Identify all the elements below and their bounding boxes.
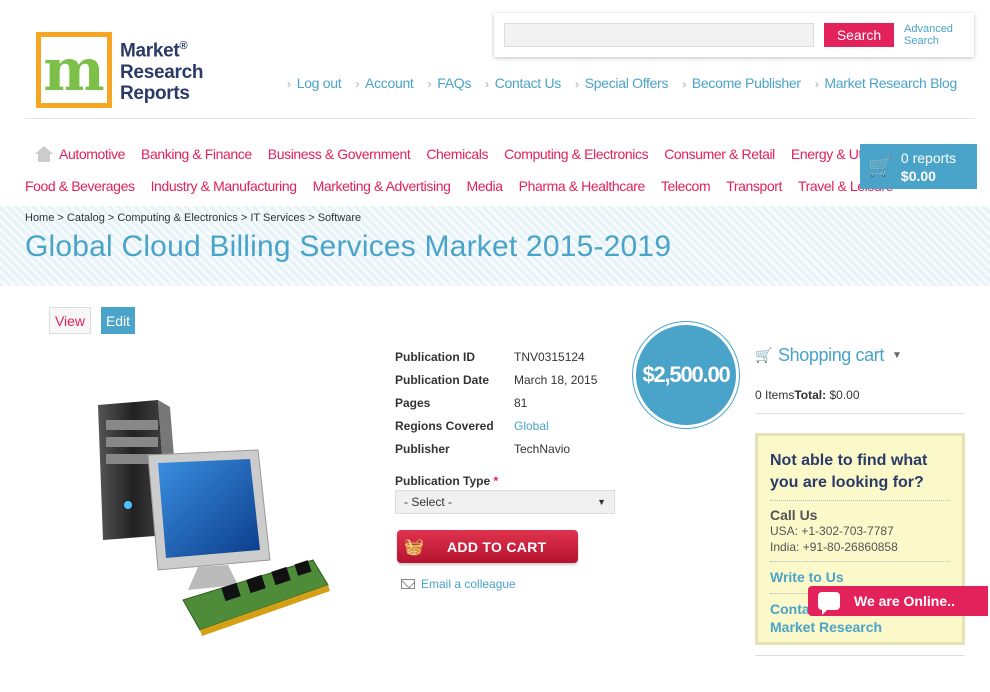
top-links: Log out Account FAQs Contact Us Special … [287,75,958,91]
nav-industry-manufacturing[interactable]: Industry & Manufacturing [151,178,297,194]
breadcrumb: Home > Catalog > Computing & Electronics… [25,212,362,224]
detail-pages: Pages 81 [395,395,528,410]
phone-india: India: +91-80-26860858 [770,540,898,554]
nav-telecom[interactable]: Telecom [661,178,711,194]
nav-media[interactable]: Media [466,178,503,194]
sidebar-divider [755,413,965,414]
nav-marketing-advertising[interactable]: Marketing & Advertising [313,178,451,194]
price-badge: $2,500.00 [636,325,736,425]
email-colleague-link[interactable]: Email a colleague [401,577,516,591]
header-cart[interactable]: 🛒 0 reports $0.00 [860,144,977,189]
detail-publication-date: Publication Date March 18, 2015 [395,372,598,387]
nav-business-government[interactable]: Business & Government [268,146,411,162]
detail-regions: Regions Covered Global [395,418,549,433]
logout-link[interactable]: Log out [287,75,342,91]
search-panel: Search Advanced Search [494,13,974,57]
category-nav: Automotive Banking & Finance Business & … [25,138,893,202]
publication-details: Publication ID TNV0315124 Publication Da… [395,345,597,460]
dropdown-arrow-icon: ▼ [597,497,606,507]
logo-text: Market® Research Reports [120,40,204,104]
region-global-link[interactable]: Global [514,419,549,433]
breadcrumb-catalog[interactable]: Catalog [67,212,105,224]
call-us-heading: Call Us [770,507,818,523]
become-publisher-link[interactable]: Become Publisher [682,75,801,91]
help-title: Not able to find what you are looking fo… [770,452,928,491]
cart-total: $0.00 [900,167,936,184]
breadcrumb-software[interactable]: Software [318,212,361,224]
category-nav-row-2: Food & Beverages Industry & Manufacturin… [25,170,893,202]
account-link[interactable]: Account [355,75,414,91]
breadcrumb-computing-electronics[interactable]: Computing & Electronics [117,212,237,224]
nav-consumer-retail[interactable]: Consumer & Retail [664,146,775,162]
publication-type-select[interactable]: - Select - ▼ [395,490,615,514]
contact-us-link[interactable]: Contact Us [485,75,562,91]
special-offers-link[interactable]: Special Offers [575,75,669,91]
search-button[interactable]: Search [824,23,894,47]
shopping-cart-toggle[interactable]: 🛒 Shopping cart ▼ [755,345,902,366]
page-title: Global Cloud Billing Services Market 201… [25,230,672,263]
shopping-cart-icon: 🛒 [755,347,773,363]
mail-icon [401,579,415,589]
shopping-cart-summary: 0 ItemsTotal: $0.00 [755,388,860,402]
nav-computing-electronics[interactable]: Computing & Electronics [504,146,648,162]
nav-pharma-healthcare[interactable]: Pharma & Healthcare [519,178,646,194]
caret-down-icon: ▼ [891,350,902,361]
site-logo[interactable]: m Market® Research Reports [36,30,216,110]
breadcrumb-home[interactable]: Home [25,212,54,224]
logo-mark: m [36,32,112,108]
category-nav-row-1: Automotive Banking & Finance Business & … [25,138,891,170]
nav-chemicals[interactable]: Chemicals [426,146,488,162]
add-to-cart-button[interactable]: 🧺 ADD TO CART [397,530,578,563]
cart-report-count: 0 reports [900,149,957,166]
faqs-link[interactable]: FAQs [428,75,471,91]
product-image [98,400,330,636]
cart-icon: 🛒 [868,156,893,178]
tab-edit[interactable]: Edit [101,307,135,334]
market-research-blog-link[interactable]: Market Research Blog [815,75,957,91]
title-banner: Home > Catalog > Computing & Electronics… [0,206,990,286]
write-to-us-link[interactable]: Write to Us [770,569,844,585]
basket-icon: 🧺 [404,538,424,556]
chat-bubble-icon [818,592,840,615]
publication-type-label: Publication Type * [395,474,499,488]
detail-publication-id: Publication ID TNV0315124 [395,349,585,364]
breadcrumb-it-services[interactable]: IT Services [250,212,305,224]
nav-banking-finance[interactable]: Banking & Finance [141,146,252,162]
detail-publisher: Publisher TechNavio [395,441,571,456]
nav-transport[interactable]: Transport [726,178,782,194]
tab-view[interactable]: View [49,307,91,334]
nav-automotive[interactable]: Automotive [59,146,125,162]
advanced-search-link[interactable]: Advanced Search [904,23,953,47]
nav-food-beverages[interactable]: Food & Beverages [25,178,135,194]
live-chat-button[interactable]: We are Online.. [808,586,988,616]
phone-usa: USA: +1-302-703-7787 [770,524,894,538]
header-divider [25,118,975,119]
sidebar-bottom-divider [755,655,965,656]
search-input[interactable] [504,23,814,47]
